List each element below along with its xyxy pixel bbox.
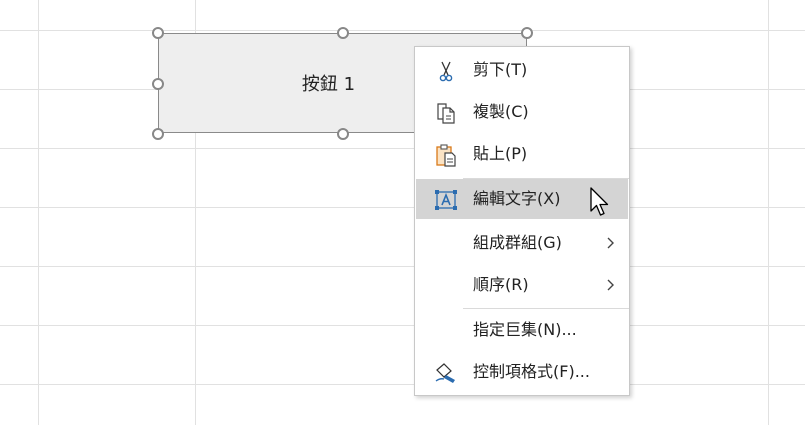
menu-item-label: 剪下(T) [473,60,528,79]
resize-handle-top-middle[interactable] [337,27,349,39]
resize-handle-top-left[interactable] [152,27,164,39]
resize-handle-top-right[interactable] [521,27,533,39]
chevron-right-icon [607,237,614,249]
menu-separator [463,308,629,309]
mouse-cursor-icon [590,187,609,216]
menu-item-assign-macro[interactable]: 指定巨集(N)... [416,310,628,350]
chevron-right-icon [607,279,614,291]
menu-item-group[interactable]: 組成群組(G) [416,223,628,263]
menu-item-paste[interactable]: 貼上(P) [416,134,628,174]
context-menu: 剪下(T) 複製(C) 貼上(P) 編輯文字(X) 組成群組(G) 順序(R) … [414,46,630,396]
menu-item-format-control[interactable]: 控制項格式(F)... [416,352,628,392]
form-button-label: 按鈕 1 [301,74,356,95]
menu-item-label: 指定巨集(N)... [473,320,577,339]
menu-item-label: 貼上(P) [473,144,528,163]
menu-item-order[interactable]: 順序(R) [416,265,628,305]
resize-handle-middle-left[interactable] [152,78,164,90]
resize-handle-bottom-left[interactable] [152,128,164,140]
paste-icon [434,143,458,167]
format-control-icon [434,361,458,385]
resize-handle-bottom-middle[interactable] [337,128,349,140]
menu-item-label: 順序(R) [473,275,529,294]
menu-item-label: 控制項格式(F)... [473,362,590,381]
menu-item-label: 編輯文字(X) [473,189,561,208]
menu-item-label: 複製(C) [473,102,529,121]
menu-item-cut[interactable]: 剪下(T) [416,50,628,90]
menu-item-copy[interactable]: 複製(C) [416,92,628,132]
copy-icon [434,101,458,125]
menu-item-label: 組成群組(G) [473,233,562,252]
edit-text-icon [434,188,458,212]
scissors-icon [434,59,458,83]
